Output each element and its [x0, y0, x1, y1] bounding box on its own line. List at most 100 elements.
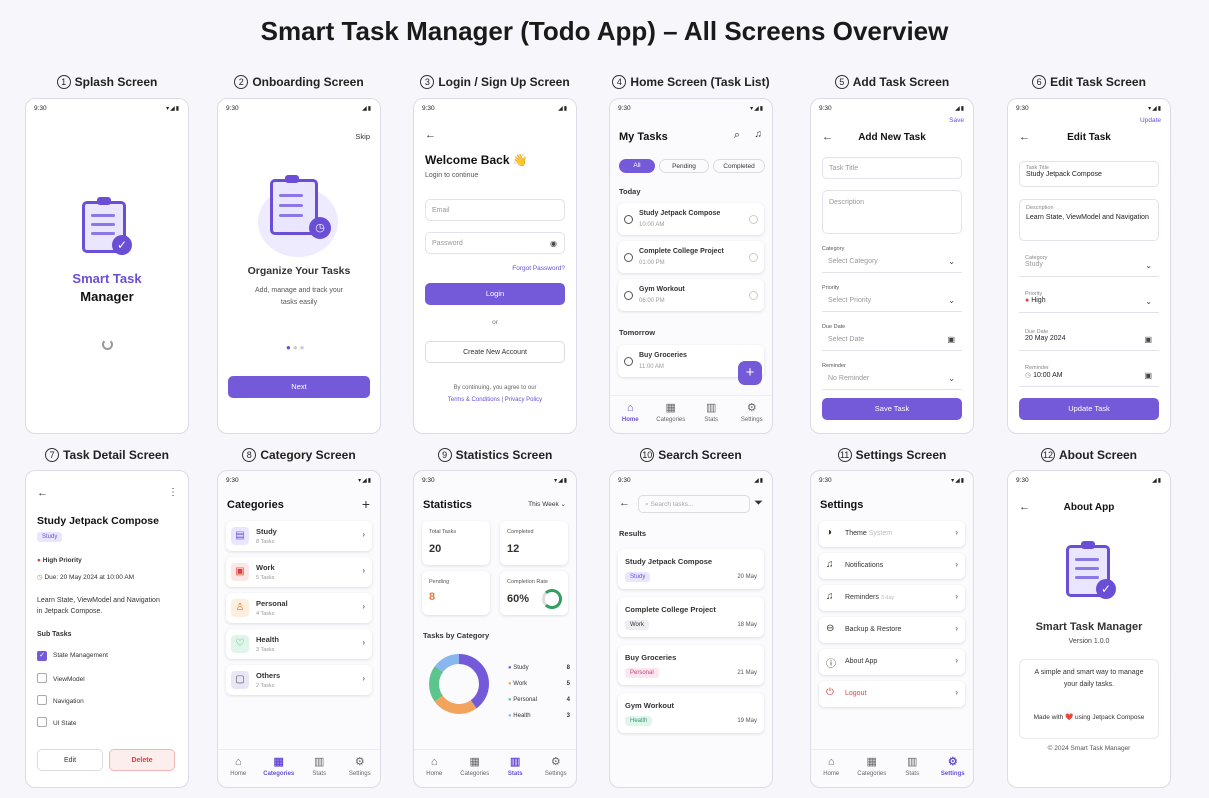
nav-home[interactable]: ⌂ Home — [610, 396, 651, 433]
add-task-fab[interactable]: + — [738, 361, 762, 385]
nav-settings[interactable]: ⚙ Settings — [732, 396, 773, 433]
donut-chart — [429, 654, 489, 714]
reminder-select[interactable]: No Reminder ⌄ — [822, 370, 962, 390]
forgot-password-link[interactable]: Forgot Password? — [512, 265, 565, 272]
checkbox-circle[interactable] — [624, 357, 633, 366]
due-date-field[interactable]: Select Date ▣ — [822, 331, 962, 351]
nav-settings[interactable]: ⚙ Settings — [536, 750, 577, 787]
search-input[interactable]: ⌕ Search tasks... — [638, 495, 750, 513]
period-dropdown[interactable]: This Week ⌄ — [528, 500, 566, 508]
setting-about[interactable]: ⓘ About App › — [819, 649, 965, 675]
setting-backup[interactable]: ⊖ Backup & Restore › — [819, 617, 965, 643]
create-account-button[interactable]: Create New Account — [425, 341, 565, 363]
filter-icon[interactable]: ⏷ — [754, 497, 763, 510]
person-icon: ♙ — [231, 599, 249, 617]
tab-completed[interactable]: Completed — [713, 159, 765, 173]
search-result-item[interactable]: Complete College Project Work 18 May — [618, 597, 764, 637]
nav-stats[interactable]: ▥ Stats — [892, 750, 933, 787]
update-task-button[interactable]: Update Task — [1019, 398, 1159, 420]
task-title-field[interactable]: Task Title — [822, 157, 962, 179]
checkbox-icon[interactable] — [37, 673, 47, 683]
search-result-item[interactable]: Study Jetpack Compose Study 20 May — [618, 549, 764, 589]
priority-select[interactable]: Select Priority ⌄ — [822, 292, 962, 312]
nav-home[interactable]: ⌂ Home — [218, 750, 259, 787]
update-link[interactable]: Update — [1140, 117, 1161, 124]
delete-button[interactable]: Delete — [109, 749, 175, 771]
category-item-health[interactable]: ♡ Health 3 Tasks › — [226, 629, 372, 659]
category-item-study[interactable]: ▤ Study 8 Tasks › — [226, 521, 372, 551]
category-select[interactable]: Select Category ⌄ — [822, 253, 962, 273]
back-arrow-icon[interactable]: ← — [619, 497, 630, 509]
password-field[interactable]: Password ◉ — [425, 232, 565, 254]
checkbox-checked-icon[interactable]: ✓ — [37, 651, 47, 661]
checkbox-circle[interactable] — [624, 291, 633, 300]
checkbox-circle[interactable] — [624, 215, 633, 224]
label-stats: 9 Statistics Screen — [412, 448, 578, 462]
search-result-item[interactable]: Gym Workout Health 19 May — [618, 693, 764, 733]
reminder-select[interactable]: Reminder ◷ 10:00 AM ▣ — [1019, 363, 1159, 387]
subtask-item[interactable]: UI State — [37, 717, 76, 727]
save-link[interactable]: Save — [949, 117, 964, 124]
edit-task-title: Edit Task — [1067, 132, 1111, 143]
task-card[interactable]: Complete College Project 01:00 PM — [618, 241, 764, 273]
nav-stats[interactable]: ▥ Stats — [691, 396, 732, 433]
eye-icon[interactable]: ◉ — [550, 233, 557, 255]
search-icon[interactable]: ⌕ — [734, 129, 740, 142]
nav-categories[interactable]: ▦ Categories — [455, 750, 496, 787]
add-icon[interactable]: + — [362, 496, 370, 512]
category-item-others[interactable]: ▢ Others 2 Tasks › — [226, 665, 372, 695]
nav-stats[interactable]: ▥ Stats — [299, 750, 340, 787]
next-button[interactable]: Next — [228, 376, 370, 398]
bell-icon[interactable]: ♫ — [755, 129, 763, 140]
nav-stats[interactable]: ▥ Stats — [495, 750, 536, 787]
chevron-down-icon: ⌄ — [560, 501, 566, 508]
label-add: 5 Add Task Screen — [809, 75, 975, 89]
setting-theme[interactable]: ◑ Theme System › — [819, 521, 965, 547]
task-title-field[interactable]: Task Title Study Jetpack Compose — [1019, 161, 1159, 187]
category-select[interactable]: Category Study ⌄ — [1019, 253, 1159, 277]
status-icons: ▾◢▮ — [358, 478, 372, 484]
tab-all[interactable]: All — [619, 159, 655, 173]
search-result-item[interactable]: Buy Groceries Personal 21 May — [618, 645, 764, 685]
due-date-field[interactable]: Due Date 20 May 2024 ▣ — [1019, 327, 1159, 351]
back-arrow-icon[interactable]: ← — [425, 129, 436, 141]
chevron-down-icon: ⌄ — [1145, 297, 1152, 306]
checkbox-icon[interactable] — [37, 695, 47, 705]
about-description: A simple and smart way to manage your da… — [1034, 669, 1144, 688]
nav-categories[interactable]: ▦ Categories — [651, 396, 692, 433]
nav-settings[interactable]: ⚙ Settings — [933, 750, 974, 787]
nav-categories[interactable]: ▦ Categories — [852, 750, 893, 787]
priority-select[interactable]: Priority ● High ⌄ — [1019, 289, 1159, 313]
setting-reminders[interactable]: ♫ Reminders 3 day › — [819, 585, 965, 611]
task-card[interactable]: Gym Workout 06:00 PM — [618, 279, 764, 311]
subtask-item[interactable]: ViewModel — [37, 673, 85, 683]
checkbox-circle[interactable] — [624, 253, 633, 262]
task-card[interactable]: Study Jetpack Compose 10:00 AM — [618, 203, 764, 235]
email-field[interactable]: Email — [425, 199, 565, 221]
edit-button[interactable]: Edit — [37, 749, 103, 771]
category-item-personal[interactable]: ♙ Personal 4 Tasks › — [226, 593, 372, 623]
category-item-work[interactable]: ▣ Work 5 Tasks › — [226, 557, 372, 587]
privacy-link[interactable]: Privacy Policy — [505, 397, 542, 403]
statistics-screen: 9:30 ▾◢▮ Statistics This Week ⌄ Total Tas… — [413, 470, 577, 788]
category-screen: 9:30 ▾◢▮ Categories + ▤ Study 8 Tasks › ▣ Wor… — [217, 470, 381, 788]
terms-link[interactable]: Terms & Conditions — [448, 397, 500, 403]
description-field[interactable]: Description Learn State, ViewModel and Na… — [1019, 199, 1159, 241]
box-icon: ▢ — [231, 671, 249, 689]
description-field[interactable]: Description — [822, 190, 962, 234]
nav-settings[interactable]: ⚙ Settings — [340, 750, 381, 787]
nav-home[interactable]: ⌂ Home — [414, 750, 455, 787]
subtask-item[interactable]: Navigation — [37, 695, 84, 705]
nav-categories[interactable]: ▦ Categories — [259, 750, 300, 787]
setting-logout[interactable]: ⏻ Logout › — [819, 681, 965, 707]
save-task-button[interactable]: Save Task — [822, 398, 962, 420]
setting-notifications[interactable]: ♫ Notifications › — [819, 553, 965, 579]
nav-home[interactable]: ⌂ Home — [811, 750, 852, 787]
more-vert-icon[interactable]: ⋮ — [168, 487, 178, 498]
skip-button[interactable]: Skip — [355, 132, 370, 141]
tab-pending[interactable]: Pending — [659, 159, 709, 173]
back-arrow-icon[interactable]: ← — [37, 487, 48, 499]
checkbox-icon[interactable] — [37, 717, 47, 727]
login-button[interactable]: Login — [425, 283, 565, 305]
subtask-item[interactable]: ✓ State Management — [37, 651, 108, 661]
